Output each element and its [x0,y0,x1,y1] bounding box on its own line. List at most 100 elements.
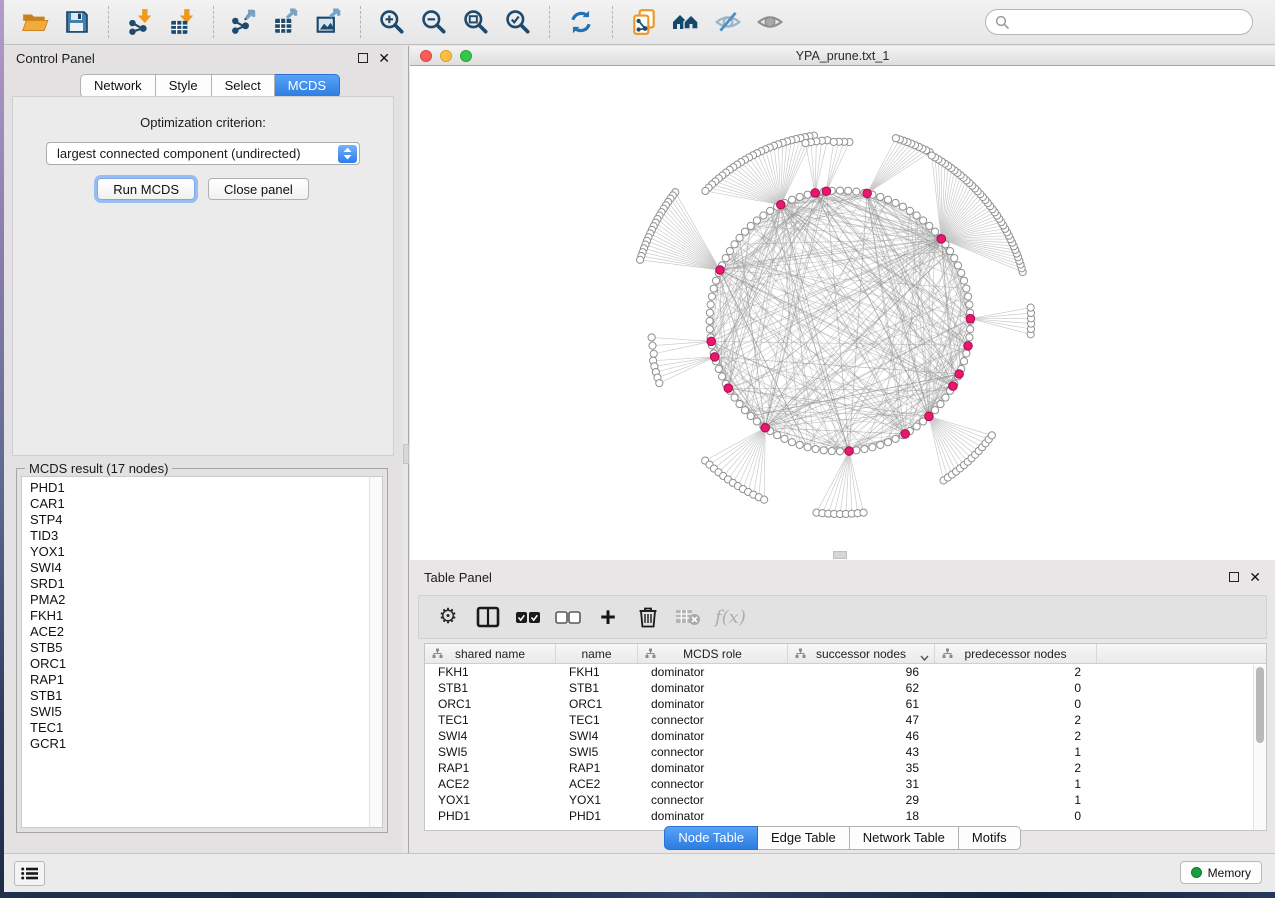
tab-style[interactable]: Style [156,74,212,98]
mcds-hub-node[interactable] [901,430,910,439]
network-node[interactable] [767,207,774,214]
mcds-hub-node[interactable] [761,423,770,432]
table-row[interactable]: FKH1FKH1dominator962 [425,664,1266,680]
column-header-successor-nodes[interactable]: successor nodes [788,644,935,663]
close-panel-icon[interactable]: ✕ [378,53,390,63]
search-input[interactable] [1010,15,1243,30]
tab-motifs[interactable]: Motifs [959,826,1021,850]
list-item[interactable]: CAR1 [30,496,369,512]
network-node[interactable] [760,212,767,219]
network-node[interactable] [963,285,970,292]
list-item[interactable]: PMA2 [30,592,369,608]
network-node[interactable] [712,277,719,284]
table-row[interactable]: STB1STB1dominator620 [425,680,1266,696]
network-node[interactable] [892,435,899,442]
network-node[interactable] [774,432,781,439]
network-node[interactable] [781,435,788,442]
mcds-hub-node[interactable] [966,314,975,323]
show-all-eye-icon[interactable] [753,5,787,39]
first-neighbors-icon[interactable] [669,5,703,39]
mcds-result-list[interactable]: PHD1CAR1STP4TID3YOX1SWI4SRD1PMA2FKH1ACE2… [21,476,369,828]
mcds-hub-node[interactable] [925,412,934,421]
satellite-node[interactable] [761,496,768,503]
mcds-hub-node[interactable] [937,235,946,244]
network-node[interactable] [836,448,843,455]
table-row[interactable]: TEC1TEC1connector472 [425,712,1266,728]
network-node[interactable] [960,358,967,365]
list-item[interactable]: SRD1 [30,576,369,592]
network-from-selection-icon[interactable] [627,5,661,39]
list-item[interactable]: FKH1 [30,608,369,624]
network-node[interactable] [926,222,933,229]
zoom-in-icon[interactable] [375,5,409,39]
list-item[interactable]: TID3 [30,528,369,544]
delete-table-icon[interactable] [675,600,701,634]
network-node[interactable] [707,301,714,308]
list-item[interactable]: STP4 [30,512,369,528]
float-panel-icon[interactable] [358,53,368,63]
network-node[interactable] [861,445,868,452]
export-image-icon[interactable] [312,5,346,39]
network-node[interactable] [753,217,760,224]
network-node[interactable] [804,444,811,451]
network-node[interactable] [937,400,944,407]
table-scrollbar-thumb[interactable] [1256,667,1264,743]
deselect-all-checkboxes-icon[interactable] [555,600,581,634]
vertical-splitter[interactable] [402,46,409,853]
network-node[interactable] [722,255,729,262]
network-node[interactable] [965,293,972,300]
network-node[interactable] [845,187,852,194]
mcds-hub-node[interactable] [707,337,716,346]
close-panel-button[interactable]: Close panel [208,178,309,200]
splitter-grip[interactable] [403,444,409,464]
table-row[interactable]: PHD1PHD1dominator180 [425,808,1266,824]
horizontal-splitter-grip[interactable] [833,551,847,559]
network-node[interactable] [796,441,803,448]
mcds-hub-node[interactable] [716,266,725,275]
network-node[interactable] [920,217,927,224]
network-node[interactable] [913,212,920,219]
network-node[interactable] [731,241,738,248]
mcds-hub-node[interactable] [845,447,854,456]
network-node[interactable] [804,191,811,198]
network-node[interactable] [736,400,743,407]
mcds-hub-node[interactable] [949,382,958,391]
tab-node-table[interactable]: Node Table [664,826,758,850]
criterion-dropdown[interactable]: largest connected component (undirected) [46,142,360,165]
satellite-node[interactable] [802,140,809,147]
satellite-node[interactable] [1027,304,1034,311]
network-node[interactable] [884,439,891,446]
network-node[interactable] [788,196,795,203]
satellite-node[interactable] [650,350,657,357]
table-row[interactable]: SWI4SWI4dominator462 [425,728,1266,744]
network-node[interactable] [906,207,913,214]
list-item[interactable]: ACE2 [30,624,369,640]
network-node[interactable] [877,193,884,200]
network-node[interactable] [796,193,803,200]
search-box[interactable] [985,9,1253,35]
network-node[interactable] [931,407,938,414]
mcds-hub-node[interactable] [710,353,719,362]
network-node[interactable] [708,293,715,300]
network-node[interactable] [963,350,970,357]
save-icon[interactable] [60,5,94,39]
network-graph[interactable] [410,66,1275,559]
network-node[interactable] [710,285,717,292]
network-node[interactable] [706,317,713,324]
mcds-hub-node[interactable] [822,187,831,196]
list-item[interactable]: STB5 [30,640,369,656]
list-item[interactable]: PHD1 [30,480,369,496]
tab-mcds[interactable]: MCDS [275,74,340,98]
list-item[interactable]: SWI5 [30,704,369,720]
table-row[interactable]: YOX1YOX1connector291 [425,792,1266,808]
list-item[interactable]: GCR1 [30,736,369,752]
mcds-hub-node[interactable] [811,189,820,198]
satellite-node[interactable] [656,380,663,387]
satellite-node[interactable] [988,432,995,439]
memory-button[interactable]: Memory [1180,861,1262,884]
network-node[interactable] [718,373,725,380]
network-node[interactable] [706,326,713,333]
import-table-icon[interactable] [165,5,199,39]
network-canvas[interactable] [410,66,1275,559]
network-window-titlebar[interactable]: YPA_prune.txt_1 [410,46,1275,66]
